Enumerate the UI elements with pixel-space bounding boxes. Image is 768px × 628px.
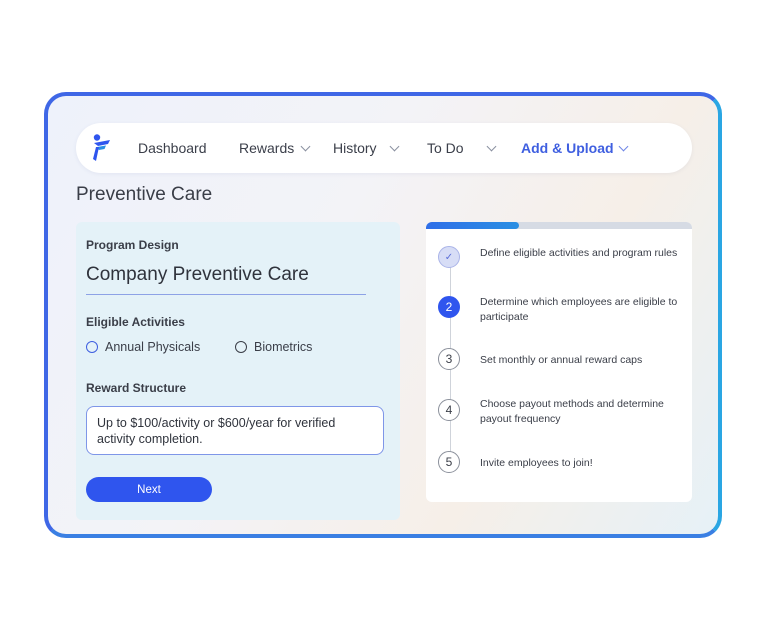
steps-card: ✓ Define eligible activities and program… bbox=[426, 222, 692, 502]
nav-todo[interactable]: To Do bbox=[427, 123, 497, 173]
chevron-down-icon bbox=[389, 141, 400, 151]
step-2-text: Determine which employees are eligible t… bbox=[480, 296, 678, 323]
nav-history[interactable]: History bbox=[333, 123, 400, 173]
nav-add-upload[interactable]: Add & Upload bbox=[521, 123, 628, 173]
program-design-label: Program Design bbox=[86, 238, 179, 252]
nav-todo-label: To Do bbox=[427, 140, 464, 156]
step-1-text: Define eligible activities and program r… bbox=[480, 247, 678, 259]
brand-logo-icon[interactable] bbox=[90, 133, 114, 163]
step-4-text: Choose payout methods and determine payo… bbox=[480, 398, 664, 425]
step-4-number: 4 bbox=[438, 399, 460, 421]
nav-rewards[interactable]: Rewards bbox=[239, 123, 311, 173]
step-3-text: Set monthly or annual reward caps bbox=[480, 354, 643, 366]
step-5-number: 5 bbox=[438, 451, 460, 473]
page-title: Preventive Care bbox=[76, 184, 213, 205]
activity-option-label: Biometrics bbox=[254, 340, 313, 354]
nav-dashboard[interactable]: Dashboard bbox=[138, 123, 207, 173]
next-button[interactable]: Next bbox=[86, 477, 212, 502]
activity-option-biometrics[interactable]: Biometrics bbox=[235, 340, 312, 354]
chevron-down-icon bbox=[300, 141, 311, 151]
step-3-number: 3 bbox=[438, 348, 460, 370]
eligible-activities-label: Eligible Activities bbox=[86, 315, 185, 329]
nav-rewards-label: Rewards bbox=[239, 140, 295, 156]
app-window: Dashboard Rewards History To Do Add & Up… bbox=[44, 92, 722, 538]
reward-structure-label: Reward Structure bbox=[86, 381, 187, 395]
nav-add-upload-label: Add & Upload bbox=[521, 140, 614, 156]
top-navbar: Dashboard Rewards History To Do Add & Up… bbox=[76, 123, 692, 173]
nav-dashboard-label: Dashboard bbox=[138, 140, 207, 156]
chevron-down-icon bbox=[618, 141, 628, 151]
step-1-check-icon: ✓ bbox=[438, 246, 460, 268]
step-5-text: Invite employees to join! bbox=[480, 457, 593, 469]
activity-option-annual-physicals[interactable]: Annual Physicals bbox=[86, 340, 200, 354]
chevron-down-icon bbox=[486, 141, 497, 151]
radio-button[interactable] bbox=[86, 341, 98, 353]
program-name-input[interactable]: Company Preventive Care bbox=[86, 264, 366, 295]
progress-bar bbox=[426, 222, 692, 229]
progress-bar-fill bbox=[426, 222, 520, 229]
step-2-number: 2 bbox=[438, 296, 460, 318]
radio-button[interactable] bbox=[235, 341, 247, 353]
reward-structure-input[interactable]: Up to $100/activity or $600/year for ver… bbox=[86, 406, 384, 455]
program-form-card: Program Design Company Preventive Care E… bbox=[76, 222, 400, 520]
activity-option-label: Annual Physicals bbox=[105, 340, 201, 354]
nav-history-label: History bbox=[333, 140, 377, 156]
